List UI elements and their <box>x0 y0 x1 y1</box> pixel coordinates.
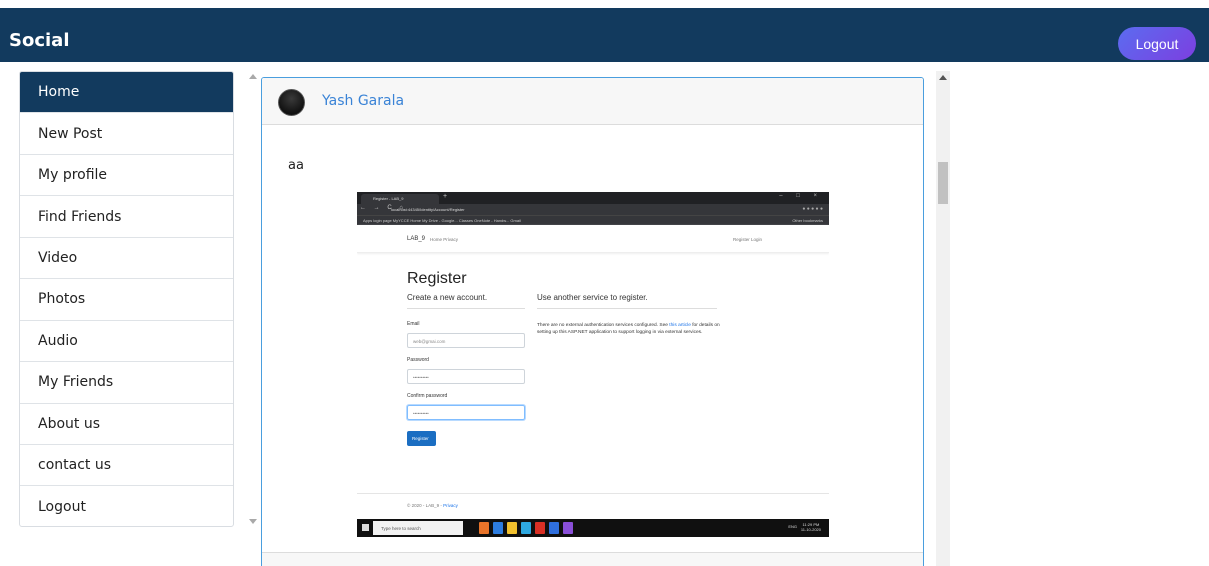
bookmarks-list: Apps login page MyYCCE Home My Drive - G… <box>363 218 521 223</box>
folder-icon <box>507 522 517 534</box>
post-image[interactable]: Register - LAB_9 + – □ × ← → C ⌂ localho… <box>357 192 829 537</box>
site-right-links: Register Login <box>733 237 763 242</box>
register-button: Register <box>407 431 436 446</box>
browser-url: localhost:44345/Identity/Account/Registe… <box>391 207 465 212</box>
system-tray: ENG <box>788 524 797 529</box>
other-bookmarks: Other bookmarks <box>792 218 823 223</box>
footer-privacy-link: Privacy <box>443 503 458 508</box>
sidebar-scrollbar[interactable] <box>246 71 260 527</box>
site-footer: © 2020 - LAB_9 - Privacy <box>407 503 458 508</box>
browser-tabstrip: Register - LAB_9 + – □ × <box>357 192 829 204</box>
browser-extensions-icon: ● ● ● ● ● <box>802 206 823 212</box>
site-navbar: LAB_9 Home Privacy Register Login <box>357 225 829 253</box>
post-text: aa <box>288 158 304 173</box>
taskbar-date: 11-10-2020 <box>800 527 821 532</box>
password-field: •••••••••• <box>407 369 525 384</box>
create-account-heading: Create a new account. <box>407 293 488 302</box>
register-heading: Register <box>407 270 467 287</box>
post-card: Yash Garala aa Register - LAB_9 + – □ × … <box>261 77 924 566</box>
taskbar-clock: 11:29 PM 11-10-2020 <box>801 522 821 532</box>
divider <box>537 308 717 309</box>
browser-tab: Register - LAB_9 <box>361 194 439 204</box>
external-service-heading: Use another service to register. <box>537 293 648 302</box>
sidebar-item-new-post[interactable]: New Post <box>20 113 233 155</box>
sidebar-item-find-friends[interactable]: Find Friends <box>20 196 233 238</box>
info-link: this article <box>669 323 691 328</box>
app-icon <box>521 522 531 534</box>
confirm-password-label: Confirm password <box>407 393 448 399</box>
footer-text: © 2020 - LAB_9 - <box>407 503 444 508</box>
external-auth-info: There are no external authentication ser… <box>537 322 727 336</box>
windows-start-icon <box>362 524 369 531</box>
browser-bookmarks-bar: Apps login page MyYCCE Home My Drive - G… <box>357 215 829 225</box>
sidebar-item-about-us[interactable]: About us <box>20 404 233 445</box>
sidebar-nav: Home New Post My profile Find Friends Vi… <box>19 71 234 527</box>
footer-divider <box>357 493 829 494</box>
post-header: Yash Garala <box>262 78 923 125</box>
post-author-link[interactable]: Yash Garala <box>322 93 404 109</box>
taskbar-search: Type here to search <box>373 521 463 535</box>
app-icon <box>549 522 559 534</box>
scroll-down-arrow-icon[interactable] <box>249 519 257 524</box>
email-field: web@gmai.com <box>407 333 525 348</box>
email-label: Email <box>407 321 420 327</box>
site-brand: LAB_9 <box>407 236 426 242</box>
sidebar-item-my-friends[interactable]: My Friends <box>20 362 233 404</box>
sidebar-item-contact-us[interactable]: contact us <box>20 445 233 487</box>
windows-taskbar: Type here to search ENG 11:29 PM 11-10-20… <box>357 519 829 537</box>
scroll-up-arrow-icon[interactable] <box>939 75 947 80</box>
sidebar-item-logout[interactable]: Logout <box>20 486 233 526</box>
brand-title[interactable]: Social <box>9 30 70 51</box>
scrollbar-thumb[interactable] <box>938 162 948 204</box>
visual-studio-icon <box>563 522 573 534</box>
confirm-password-field: •••••••••• <box>407 405 525 420</box>
author-avatar[interactable] <box>278 89 305 116</box>
info-text: There are no external authentication ser… <box>537 323 670 328</box>
main-scrollbar[interactable] <box>936 71 950 566</box>
sidebar-item-audio[interactable]: Audio <box>20 321 233 363</box>
browser-address-bar: ← → C ⌂ localhost:44345/Identity/Account… <box>357 204 829 215</box>
sidebar-item-home[interactable]: Home <box>20 72 233 114</box>
sidebar-item-my-profile[interactable]: My profile <box>20 155 233 197</box>
logout-button[interactable]: Logout <box>1118 27 1196 60</box>
sidebar-item-video[interactable]: Video <box>20 238 233 280</box>
scroll-up-arrow-icon[interactable] <box>249 74 257 79</box>
divider <box>407 308 525 309</box>
site-links: Home Privacy <box>430 237 459 242</box>
app-icon <box>479 522 489 534</box>
taskbar-apps <box>479 521 577 537</box>
post-footer <box>262 552 923 566</box>
new-tab-icon: + <box>443 193 448 200</box>
app-icon <box>493 522 503 534</box>
sidebar-item-photos[interactable]: Photos <box>20 279 233 321</box>
app-icon <box>535 522 545 534</box>
window-controls-icon: – □ × <box>779 193 823 199</box>
top-navbar: Social Logout <box>0 8 1209 62</box>
password-label: Password <box>407 357 429 363</box>
